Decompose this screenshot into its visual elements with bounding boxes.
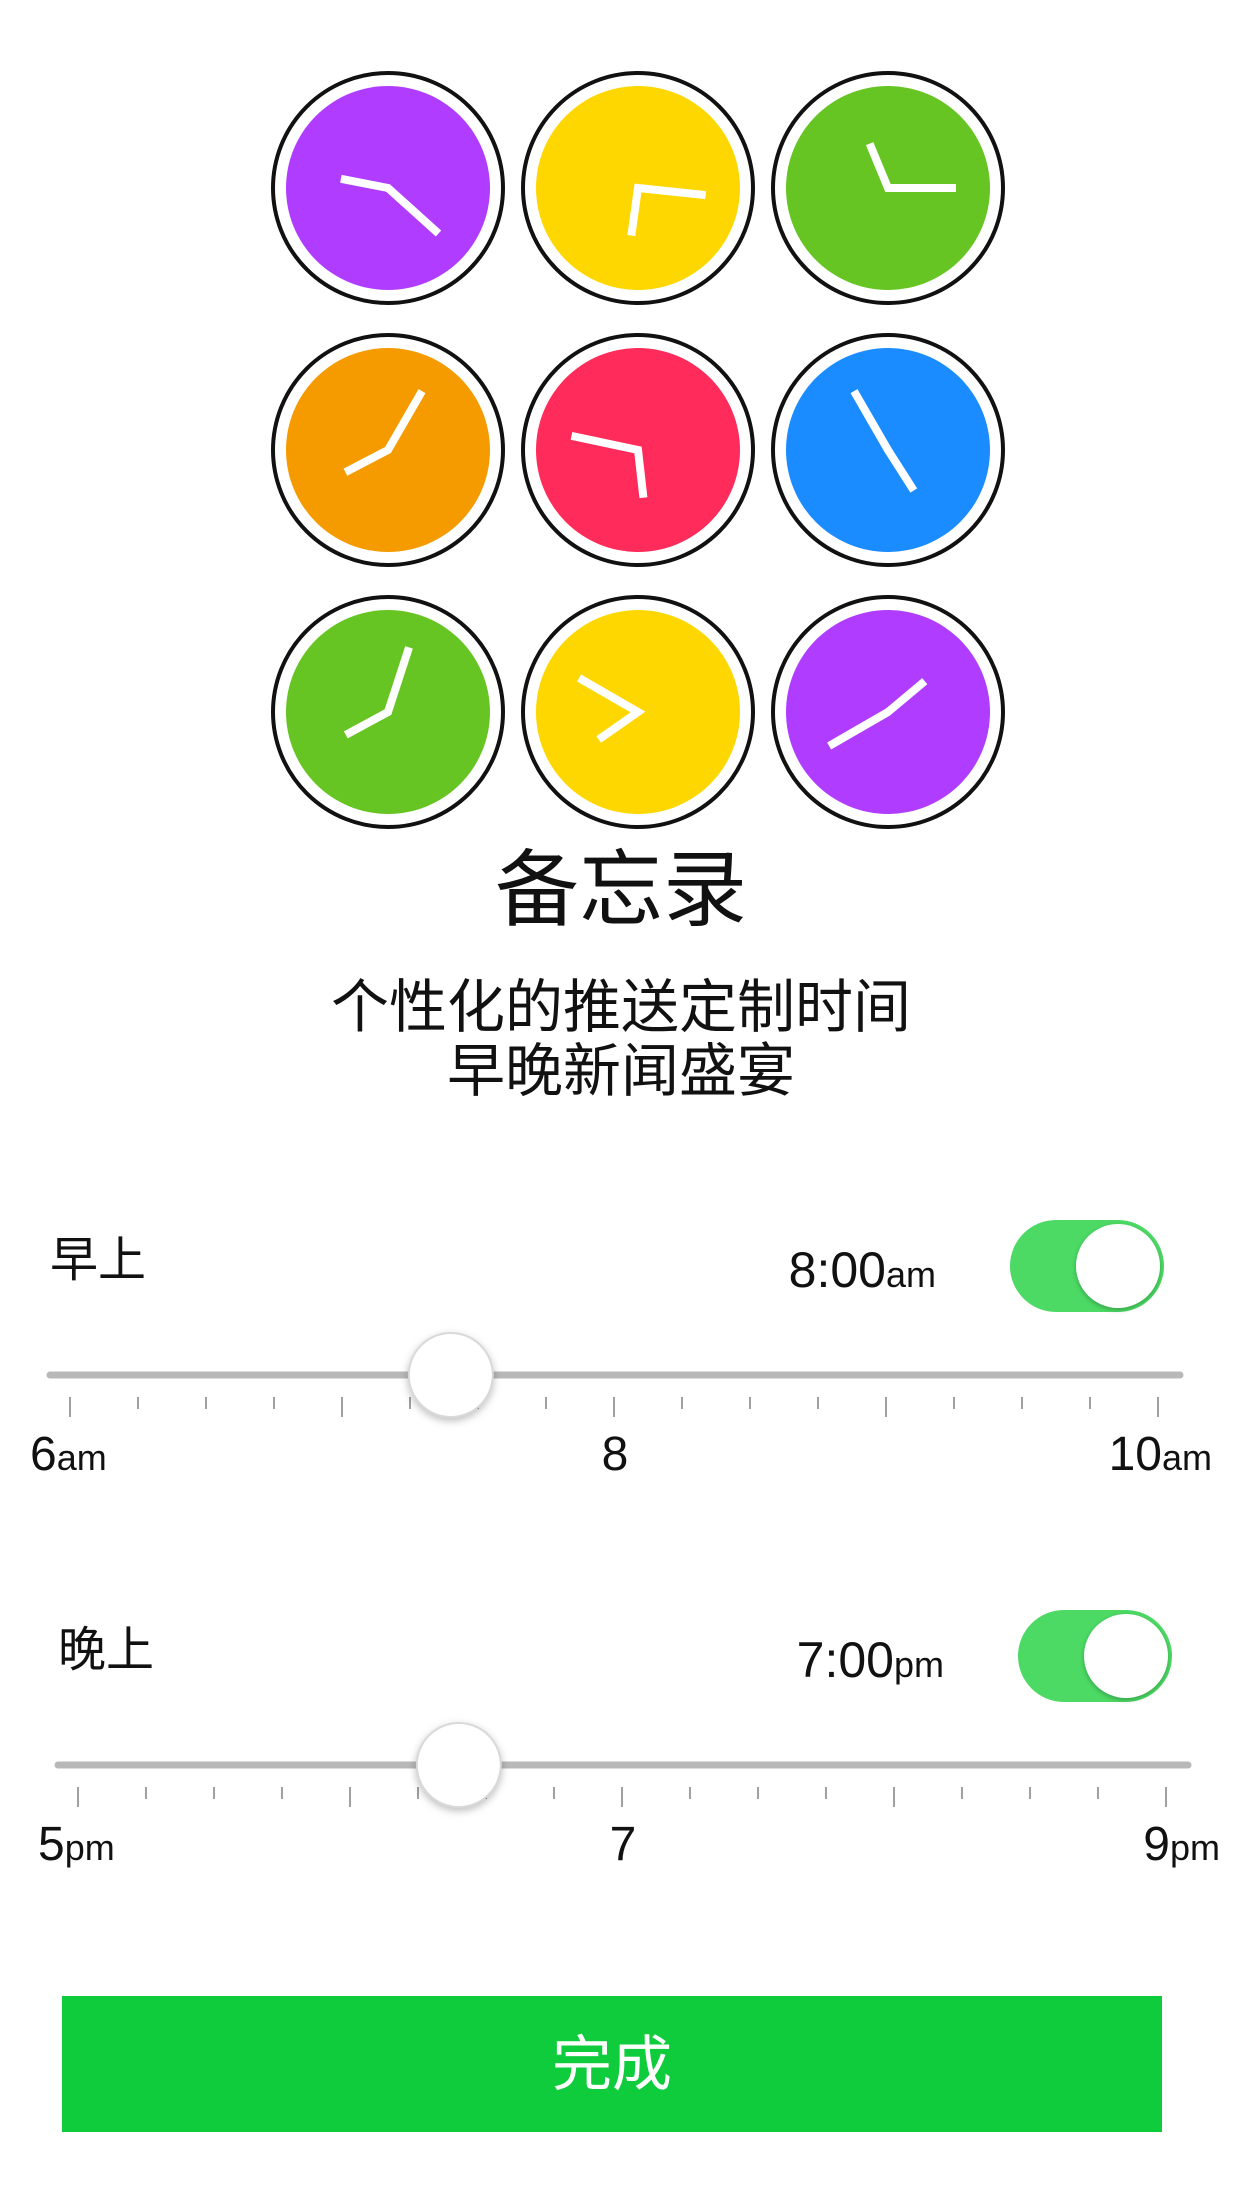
clock-icon — [270, 332, 506, 568]
tick-label-suffix: pm — [64, 1827, 115, 1868]
clock-icon — [270, 594, 506, 830]
tick-label: 5pm — [38, 1815, 115, 1878]
subtitle-line: 早晚新闻盛宴 — [446, 1037, 795, 1105]
tick-label: 8 — [590, 1425, 640, 1488]
clock-face — [521, 71, 755, 305]
clock-icon — [770, 70, 1006, 306]
clock-icon — [520, 70, 756, 306]
clock-face — [771, 71, 1005, 305]
clock-face — [521, 333, 755, 567]
morning-section: 早上 8:00am 6am 8 10am — [0, 1200, 1242, 1530]
tick-label-number: 10 — [1108, 1428, 1162, 1481]
clock-icon — [270, 70, 506, 306]
page-title: 备忘录 — [494, 841, 747, 939]
clock-icon — [520, 594, 756, 830]
clock-icon-grid — [270, 70, 1006, 830]
clock-face — [271, 333, 505, 567]
tick-label-number: 7 — [609, 1818, 637, 1871]
clock-face — [271, 71, 505, 305]
tick-label-number: 6 — [30, 1428, 57, 1481]
clock-icon — [770, 332, 1006, 568]
tick-label: 10am — [1109, 1425, 1212, 1488]
clock-face — [521, 595, 755, 829]
tick-label: 6am — [30, 1425, 107, 1488]
clock-icon — [770, 594, 1006, 830]
done-button[interactable]: 完成 — [62, 1996, 1162, 2132]
evening-section: 晚上 7:00pm 5pm 7 9pm — [0, 1590, 1242, 1920]
tick-label-number: 5 — [38, 1818, 65, 1871]
tick-label-number: 9 — [1143, 1818, 1170, 1871]
clock-face — [771, 595, 1005, 829]
slider-thumb — [415, 1722, 502, 1808]
tick-label-number: 8 — [601, 1428, 629, 1481]
tick-label-suffix: am — [1161, 1437, 1212, 1478]
slider-ticks — [69, 1397, 1159, 1417]
subtitle-line: 个性化的推送定制时间 — [330, 973, 911, 1041]
tick-label: 7 — [598, 1815, 648, 1878]
page-subtitle: 个性化的推送定制时间 早晚新闻盛宴 — [0, 975, 1242, 1103]
slider-ticks — [77, 1787, 1167, 1807]
tick-label-suffix: am — [56, 1437, 107, 1478]
clock-face — [771, 333, 1005, 567]
tick-label-suffix: pm — [1169, 1827, 1220, 1868]
clock-icon — [520, 332, 756, 568]
slider-thumb — [407, 1332, 494, 1418]
clock-face — [271, 595, 505, 829]
tick-label: 9pm — [1143, 1815, 1220, 1878]
